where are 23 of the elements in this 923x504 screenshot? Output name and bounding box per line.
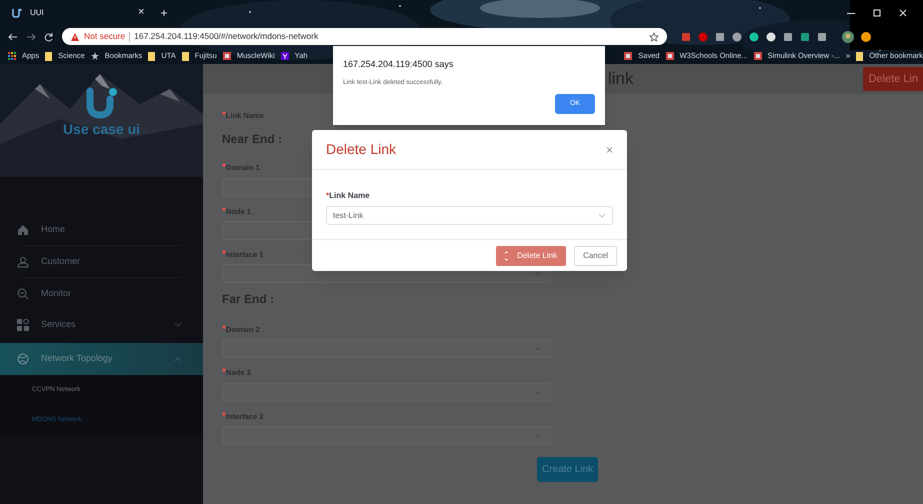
required-mark: * xyxy=(222,110,226,121)
required-mark: * xyxy=(222,162,226,174)
required-mark: * xyxy=(222,367,226,378)
close-button[interactable]: × xyxy=(606,144,613,156)
select-field[interactable]: test-Link xyxy=(326,206,613,225)
required-mark: * xyxy=(222,206,226,216)
required-mark: * xyxy=(222,248,226,260)
select-value: test-Link xyxy=(333,210,364,222)
home-icon xyxy=(17,224,29,236)
logo-text: Use case ui xyxy=(62,121,140,138)
required-mark: * xyxy=(222,410,226,422)
search-icon xyxy=(17,288,29,300)
logo-icon xyxy=(86,87,118,119)
required-mark: * xyxy=(222,324,226,335)
required-mark: * xyxy=(326,191,330,200)
chevron-down-icon xyxy=(598,213,606,218)
globe-icon xyxy=(17,353,29,365)
grid-icon xyxy=(17,318,29,330)
field-label: Link Name xyxy=(329,191,370,200)
cancel-button[interactable]: Cancel xyxy=(574,246,617,266)
chevron-down-icon xyxy=(534,271,542,276)
modal-title: Delete Link xyxy=(326,140,396,159)
people-icon xyxy=(17,256,29,268)
